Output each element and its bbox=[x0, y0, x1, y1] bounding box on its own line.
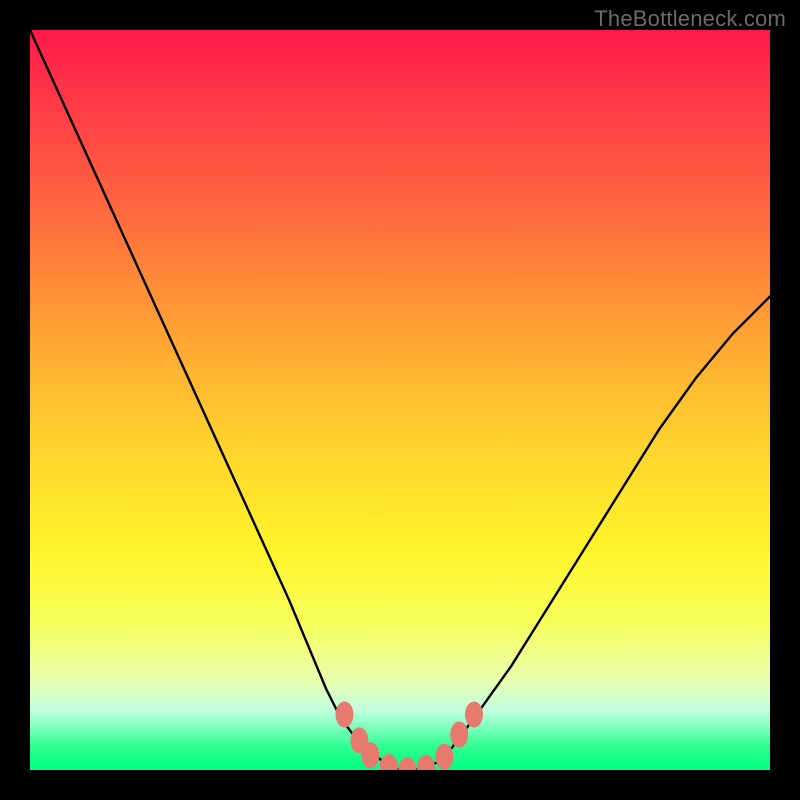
watermark-text: TheBottleneck.com bbox=[594, 6, 786, 32]
chart-plot-area bbox=[30, 30, 770, 770]
